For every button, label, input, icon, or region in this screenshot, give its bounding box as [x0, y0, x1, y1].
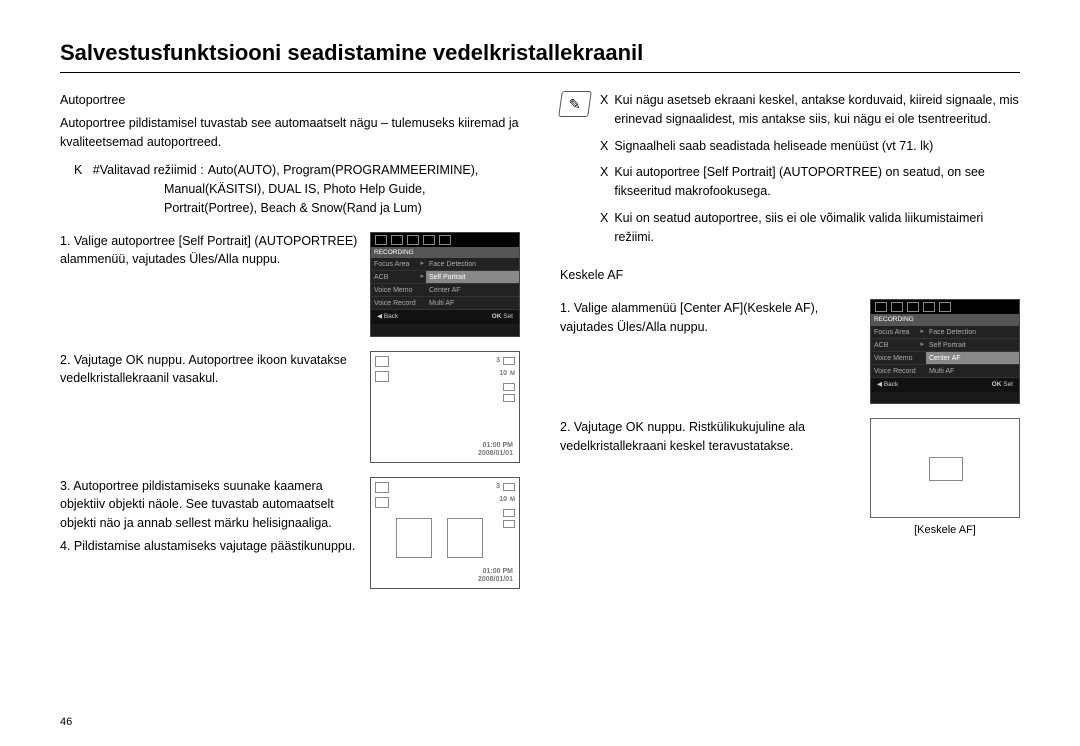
page-title: Salvestusfunktsiooni seadistamine vedelk…: [60, 40, 1020, 73]
modes-label: K #Valitavad režiimid :: [74, 161, 204, 180]
battery-icon: [503, 483, 515, 491]
lcd-time: 01:00 PM: [478, 442, 513, 450]
modes-block: K #Valitavad režiimid : Auto(AUTO), Prog…: [60, 161, 520, 217]
bullet: X: [600, 209, 608, 247]
menu-item-highlighted: Self Portrait: [426, 271, 519, 284]
menu-header: RECORDING: [871, 314, 1019, 326]
count-value: 3: [496, 356, 500, 367]
face-rect: [447, 518, 483, 558]
quality-icon: [503, 383, 515, 391]
menu-item: Multi AF: [926, 365, 1019, 378]
menu-item: Voice Memo: [371, 284, 426, 297]
right-step2-text: 2. Vajutage OK nuppu. Ristkülikukujuline…: [560, 418, 860, 456]
menu-item: ACB: [371, 271, 426, 284]
camera-mode-icon: [375, 482, 389, 493]
page-number: 46: [60, 716, 72, 728]
bullet: X: [600, 91, 608, 129]
note-icon: ✎: [558, 91, 592, 117]
lcd-screenshot-2: 3 10M 01:00 PM 2008/01/01: [370, 477, 520, 589]
iso-icon: [503, 394, 515, 402]
face-rect: [396, 518, 432, 558]
right-column: ✎ XKui nägu asetseb ekraani keskel, anta…: [560, 91, 1020, 589]
bullet: X: [600, 137, 608, 156]
lcd-date: 2008/01/01: [478, 576, 513, 584]
menu-ok: OK: [492, 313, 502, 320]
af-rectangle: [929, 457, 963, 481]
menu-item: Multi AF: [426, 297, 519, 310]
self-portrait-icon: [375, 371, 389, 382]
count-value: 3: [496, 482, 500, 493]
menu-item: Self Portrait: [926, 339, 1019, 352]
section-heading-autoportree: Autoportree: [60, 91, 520, 110]
menu-item: Voice Record: [371, 297, 426, 310]
note1: Kui nägu asetseb ekraani keskel, antakse…: [614, 91, 1020, 129]
note4: Kui on seatud autoportree, siis ei ole v…: [614, 209, 1020, 247]
left-column: Autoportree Autoportree pildistamisel tu…: [60, 91, 520, 589]
menu-back: Back: [884, 381, 898, 388]
menu-item: Voice Record: [871, 365, 926, 378]
menu-item: Face Detection: [926, 326, 1019, 339]
bullet: X: [600, 163, 608, 201]
menu-back: Back: [384, 313, 398, 320]
menu-screenshot-left: RECORDING Focus Area ACB Voice Memo Voic…: [370, 232, 520, 337]
af-screenshot: [870, 418, 1020, 518]
battery-icon: [503, 357, 515, 365]
menu-ok: OK: [992, 381, 1002, 388]
lcd-time: 01:00 PM: [478, 568, 513, 576]
menu-item: ACB: [871, 339, 926, 352]
iso-icon: [503, 520, 515, 528]
menu-item: Center AF: [426, 284, 519, 297]
modes-line2: Manual(KÄSITSI), DUAL IS, Photo Help Gui…: [74, 180, 520, 199]
modes-line3: Portrait(Portree), Beach & Snow(Rand ja …: [74, 199, 520, 218]
menu-header: RECORDING: [371, 247, 519, 259]
right-step1-text: 1. Valige alammenüü [Center AF](Keskele …: [560, 299, 860, 337]
note3: Kui autoportree [Self Portrait] (AUTOPOR…: [614, 163, 1020, 201]
section-heading-keskele: Keskele AF: [560, 266, 1020, 285]
ten-value: 10: [499, 369, 507, 380]
modes-line1: Auto(AUTO), Program(PROGRAMMEERIMINE),: [208, 161, 479, 180]
menu-item: Focus Area: [371, 258, 426, 271]
menu-item: Voice Memo: [871, 352, 926, 365]
menu-set: Set: [1003, 381, 1013, 388]
menu-item: Focus Area: [871, 326, 926, 339]
menu-item: Face Detection: [426, 258, 519, 271]
intro-text: Autoportree pildistamisel tuvastab see a…: [60, 114, 520, 152]
menu-set: Set: [503, 313, 513, 320]
step2-text: 2. Vajutage OK nuppu. Autoportree ikoon …: [60, 351, 360, 389]
menu-item-highlighted: Center AF: [926, 352, 1019, 365]
quality-icon: [503, 509, 515, 517]
step4-text: 4. Pildistamise alustamiseks vajutage pä…: [60, 537, 360, 556]
menu-screenshot-right: RECORDING Focus Area ACB Voice Memo Voic…: [870, 299, 1020, 404]
lcd-screenshot-1: 3 10M 01:00 PM 2008/01/01: [370, 351, 520, 463]
note2: Signaalheli saab seadistada heliseade me…: [614, 137, 933, 156]
lcd-date: 2008/01/01: [478, 450, 513, 458]
self-portrait-icon: [375, 497, 389, 508]
step1-text: 1. Valige autoportree [Self Portrait] (A…: [60, 232, 360, 270]
camera-mode-icon: [375, 356, 389, 367]
step3-text: 3. Autoportree pildistamiseks suunake ka…: [60, 477, 360, 533]
ten-value: 10: [499, 495, 507, 506]
af-caption: [Keskele AF]: [914, 522, 976, 539]
